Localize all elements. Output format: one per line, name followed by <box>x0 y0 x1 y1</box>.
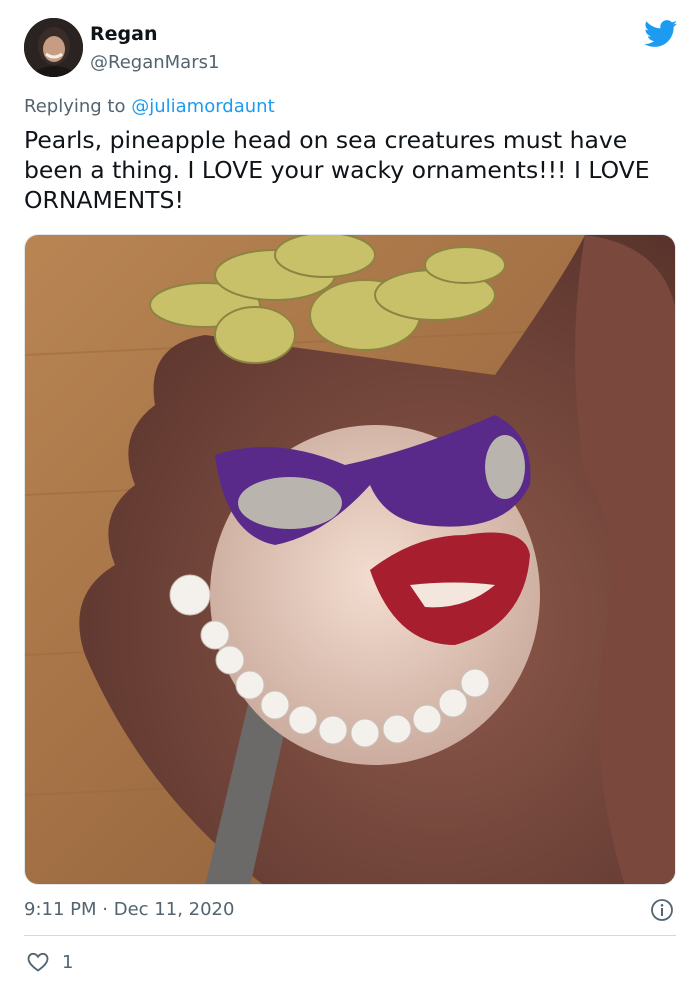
tweet-photo[interactable] <box>24 234 676 885</box>
reply-mention-link[interactable]: @juliamordaunt <box>131 96 274 117</box>
tweet-text: Pearls, pineapple head on sea creatures … <box>24 126 650 214</box>
timestamp-separator: · <box>102 899 108 920</box>
tweet-date: Dec 11, 2020 <box>113 899 235 920</box>
reply-context: Replying to @juliamordaunt <box>24 96 275 117</box>
info-icon[interactable] <box>650 898 674 922</box>
author-handle[interactable]: @ReganMars1 <box>90 52 219 73</box>
divider <box>24 935 676 936</box>
tweet-time: 9:11 PM <box>24 899 97 920</box>
heart-icon[interactable] <box>26 950 50 974</box>
twitter-bird-icon <box>644 20 678 48</box>
avatar[interactable] <box>24 18 83 77</box>
reply-prefix: Replying to <box>24 96 126 117</box>
author-name[interactable]: Regan <box>90 23 157 45</box>
tweet-timestamp[interactable]: 9:11 PM · Dec 11, 2020 <box>24 899 234 920</box>
tweet-card: Regan @ReganMars1 Replying to @juliamord… <box>0 0 700 988</box>
like-count: 1 <box>62 952 74 973</box>
